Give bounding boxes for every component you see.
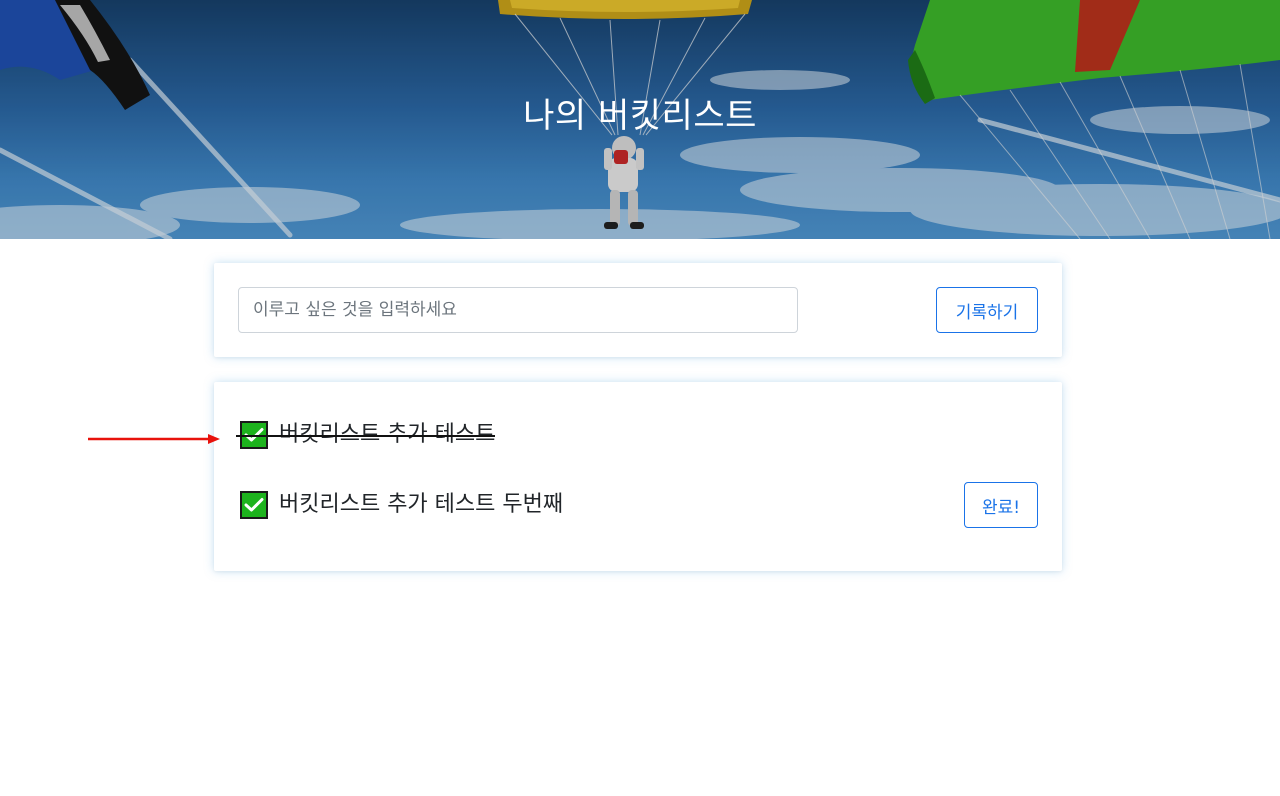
red-arrow-annotation xyxy=(88,434,220,444)
check-mark-icon xyxy=(240,421,268,449)
input-card: 기록하기 xyxy=(214,263,1062,357)
check-mark-icon xyxy=(240,491,268,519)
list-item: 버킷리스트 추가 테스트 xyxy=(235,420,496,450)
record-button[interactable]: 기록하기 xyxy=(936,287,1038,333)
list-item: 버킷리스트 추가 테스트 두번째 xyxy=(240,490,563,520)
done-button[interactable]: 완료! xyxy=(964,482,1038,528)
strikethrough-line: 버킷리스트 추가 테스트 xyxy=(235,420,496,450)
bucket-list-card: 버킷리스트 추가 테스트 버킷리스트 추가 테스트 두번째 완료! xyxy=(214,382,1062,571)
page-title: 나의 버킷리스트 xyxy=(523,96,757,136)
hero-banner: 나의 버킷리스트 xyxy=(0,0,1280,239)
list-item-text: 버킷리스트 추가 테스트 두번째 xyxy=(279,492,564,517)
list-item-text: 버킷리스트 추가 테스트 xyxy=(279,422,496,447)
bucket-item-input[interactable] xyxy=(238,287,798,333)
